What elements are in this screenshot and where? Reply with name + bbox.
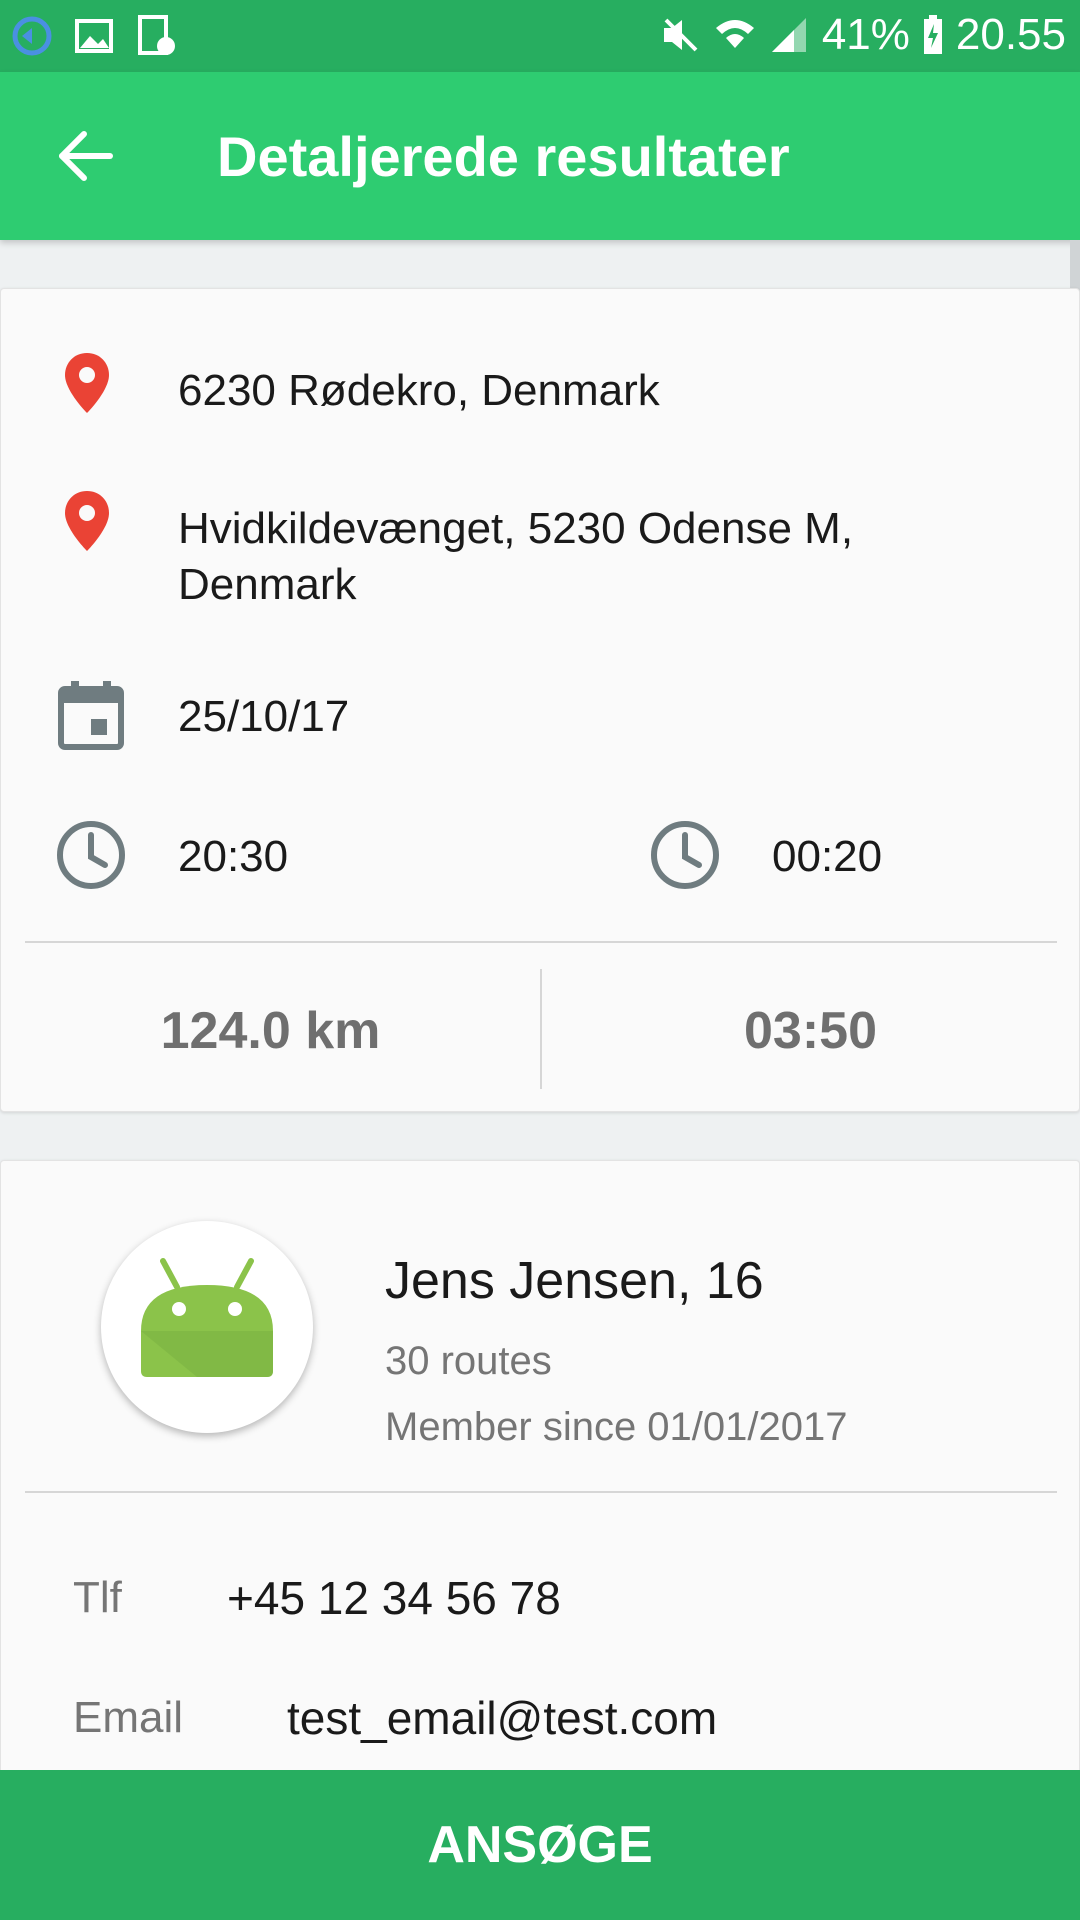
duration-value: 03:50 — [744, 1002, 877, 1060]
from-address: 6230 Rødekro, Denmark — [178, 366, 660, 415]
page-title: Detaljerede resultater — [217, 125, 790, 188]
sync-icon — [12, 16, 52, 56]
divider — [25, 1491, 1057, 1493]
clock: 20.55 — [955, 10, 1066, 59]
signal-icon — [771, 18, 806, 52]
battery-percent: 41% — [821, 10, 910, 59]
location-pin-icon — [65, 491, 109, 551]
clock-icon — [57, 821, 125, 889]
location-pin-icon — [65, 353, 109, 413]
clock-icon — [651, 821, 719, 889]
arrival-time: 00:20 — [772, 832, 883, 881]
member-since: Member since 01/01/2017 — [385, 1405, 848, 1449]
avatar — [101, 1221, 313, 1433]
driver-card: Jens Jensen, 16 30 routes Member since 0… — [0, 1160, 1080, 1782]
app-bar: Detaljerede resultater — [0, 72, 1080, 240]
wifi-icon — [715, 20, 754, 48]
apply-button[interactable]: ANSØGE — [0, 1770, 1080, 1920]
email-value[interactable]: test_email@test.com — [287, 1691, 717, 1745]
distance-value: 124.0 km — [160, 1002, 381, 1060]
image-icon — [75, 19, 113, 53]
screenshot-icon — [138, 15, 175, 55]
trip-date: 25/10/17 — [178, 692, 350, 741]
calendar-icon — [58, 681, 124, 750]
departure-time: 20:30 — [178, 832, 289, 881]
battery-charging-icon — [923, 15, 942, 54]
phone-value[interactable]: +45 12 34 56 78 — [227, 1571, 561, 1625]
apply-button-label: ANSØGE — [427, 1816, 653, 1874]
to-address-line2: Denmark — [178, 560, 357, 609]
arrow-back-icon[interactable] — [56, 126, 116, 186]
mute-icon — [663, 18, 698, 52]
divider — [25, 941, 1057, 943]
android-icon — [141, 1258, 273, 1377]
to-address-line1: Hvidkildevænget, 5230 Odense M, — [178, 504, 854, 553]
status-bar: 41% 20.55 — [0, 0, 1080, 72]
driver-name: Jens Jensen, 16 — [385, 1252, 764, 1310]
phone-label: Tlf — [73, 1573, 122, 1622]
route-count: 30 routes — [385, 1339, 552, 1383]
trip-details-card: 6230 Rødekro, Denmark Hvidkildevænget, 5… — [0, 288, 1080, 1112]
email-label: Email — [73, 1693, 184, 1742]
